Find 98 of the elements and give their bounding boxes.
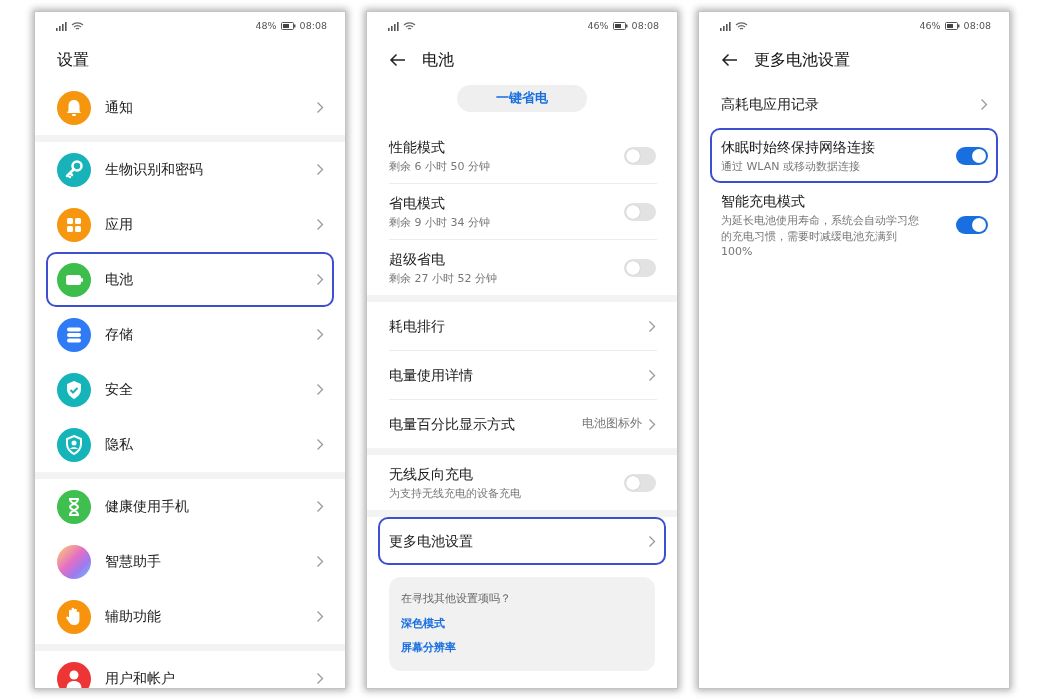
item-title: 耗电排行 xyxy=(389,316,446,336)
settings-item[interactable]: 省电模式 剩余 9 小时 34 分钟 xyxy=(378,184,666,239)
item-title: 安全 xyxy=(105,380,134,400)
chevron-icon xyxy=(316,500,324,513)
chevron-icon xyxy=(316,383,324,396)
status-time: 08:08 xyxy=(631,18,659,33)
page-title: 更多电池设置 xyxy=(754,49,850,71)
status-time: 08:08 xyxy=(299,18,327,33)
wifi-icon xyxy=(735,21,748,31)
item-title: 存储 xyxy=(105,325,134,345)
item-subtitle: 剩余 6 小时 50 分钟 xyxy=(389,158,491,175)
toggle-switch[interactable] xyxy=(624,258,656,277)
item-title: 性能模式 xyxy=(389,137,446,157)
battery-icon xyxy=(612,22,628,30)
item-title: 智能充电模式 xyxy=(721,192,806,211)
settings-item[interactable]: 休眠时始终保持网络连接 通过 WLAN 或移动数据连接 xyxy=(710,128,998,183)
item-title: 智慧助手 xyxy=(105,552,162,572)
settings-item[interactable]: 高耗电应用记录 xyxy=(710,80,998,128)
chevron-icon xyxy=(316,218,324,231)
battery-percent: 46% xyxy=(919,18,941,33)
chevron-icon xyxy=(980,97,988,111)
item-subtitle: 为延长电池使用寿命，系统会自动学习您的充电习惯，需要时减缓电池充满到 100% xyxy=(721,213,920,260)
back-icon[interactable] xyxy=(389,53,406,67)
item-title: 应用 xyxy=(105,215,134,235)
item-subtitle: 为支持无线充电的设备充电 xyxy=(389,485,522,502)
item-title: 用户和帐户 xyxy=(105,669,176,688)
gradient-orb-icon xyxy=(57,544,91,579)
status-time: 08:08 xyxy=(963,18,991,33)
battery-icon xyxy=(280,22,296,30)
suggestion-prompt: 在寻找其他设置项吗？ xyxy=(401,591,512,607)
settings-item[interactable]: 存储 xyxy=(46,307,334,362)
suggestion-link[interactable]: 深色模式 xyxy=(401,615,643,632)
back-icon[interactable] xyxy=(721,53,738,67)
signal-icon xyxy=(387,21,399,31)
item-title: 健康使用手机 xyxy=(105,497,190,517)
item-subtitle: 剩余 9 小时 34 分钟 xyxy=(389,214,491,231)
settings-item[interactable]: 辅助功能 xyxy=(46,589,334,644)
chevron-icon xyxy=(648,368,656,382)
battery-percent: 48% xyxy=(255,18,277,33)
chevron-icon xyxy=(648,417,656,431)
toggle-switch[interactable] xyxy=(624,473,656,492)
chevron-icon xyxy=(648,534,656,548)
chevron-icon xyxy=(316,273,324,286)
settings-item[interactable]: 健康使用手机 xyxy=(46,479,334,534)
item-title: 更多电池设置 xyxy=(389,531,474,551)
settings-item[interactable]: 电量百分比显示方式 电池图标外 xyxy=(378,400,666,448)
settings-item[interactable]: 用户和帐户 xyxy=(46,651,334,688)
item-subtitle: 通过 WLAN 或移动数据连接 xyxy=(721,158,861,175)
chevron-icon xyxy=(316,438,324,451)
chevron-icon xyxy=(316,328,324,341)
chevron-icon xyxy=(316,672,324,685)
item-title: 辅助功能 xyxy=(105,607,162,627)
settings-item[interactable]: 性能模式 剩余 6 小时 50 分钟 xyxy=(378,128,666,183)
settings-item[interactable]: 电池 xyxy=(46,252,334,307)
toggle-switch[interactable] xyxy=(624,146,656,165)
settings-item[interactable]: 通知 xyxy=(46,80,334,135)
power-saving-button[interactable]: 一键省电 xyxy=(457,85,587,112)
toggle-switch[interactable] xyxy=(956,146,988,165)
item-title: 生物识别和密码 xyxy=(105,160,204,180)
settings-item[interactable]: 安全 xyxy=(46,362,334,417)
item-title: 超级省电 xyxy=(389,249,446,269)
settings-item[interactable]: 更多电池设置 xyxy=(378,517,666,565)
chevron-icon xyxy=(316,101,324,114)
item-value: 电池图标外 xyxy=(582,415,642,433)
settings-item[interactable]: 耗电排行 xyxy=(378,302,666,350)
settings-item[interactable]: 电量使用详情 xyxy=(378,351,666,399)
item-title: 休眠时始终保持网络连接 xyxy=(721,137,876,157)
battery-percent: 46% xyxy=(587,18,609,33)
settings-item[interactable]: 生物识别和密码 xyxy=(46,142,334,197)
settings-item[interactable]: 隐私 xyxy=(46,417,334,472)
chevron-icon xyxy=(648,319,656,333)
item-title: 电量使用详情 xyxy=(389,365,474,385)
item-subtitle: 剩余 27 小时 52 分钟 xyxy=(389,270,498,287)
settings-item[interactable]: 超级省电 剩余 27 小时 52 分钟 xyxy=(378,240,666,295)
toggle-switch[interactable] xyxy=(956,216,988,235)
suggestion-link[interactable]: 屏幕分辨率 xyxy=(401,640,643,657)
toggle-switch[interactable] xyxy=(624,202,656,221)
item-title: 无线反向充电 xyxy=(389,464,474,484)
item-title: 电量百分比显示方式 xyxy=(389,414,516,434)
page-title: 设置 xyxy=(57,49,89,71)
item-title: 隐私 xyxy=(105,435,134,455)
signal-icon xyxy=(719,21,731,31)
page-title: 电池 xyxy=(422,49,454,71)
wifi-icon xyxy=(403,21,416,31)
settings-item[interactable]: 智慧助手 xyxy=(46,534,334,589)
settings-item[interactable]: 智能充电模式 为延长电池使用寿命，系统会自动学习您的充电习惯，需要时减缓电池充满到 100% xyxy=(710,183,998,268)
battery-icon xyxy=(944,22,960,30)
chevron-icon xyxy=(316,610,324,623)
item-title: 高耗电应用记录 xyxy=(721,94,820,114)
signal-icon xyxy=(55,21,67,31)
settings-item[interactable]: 应用 xyxy=(46,197,334,252)
item-title: 省电模式 xyxy=(389,193,446,213)
wifi-icon xyxy=(71,21,84,31)
chevron-icon xyxy=(316,555,324,568)
settings-item[interactable]: 无线反向充电 为支持无线充电的设备充电 xyxy=(378,455,666,510)
chevron-icon xyxy=(316,163,324,176)
item-title: 通知 xyxy=(105,98,134,118)
item-title: 电池 xyxy=(105,270,134,290)
